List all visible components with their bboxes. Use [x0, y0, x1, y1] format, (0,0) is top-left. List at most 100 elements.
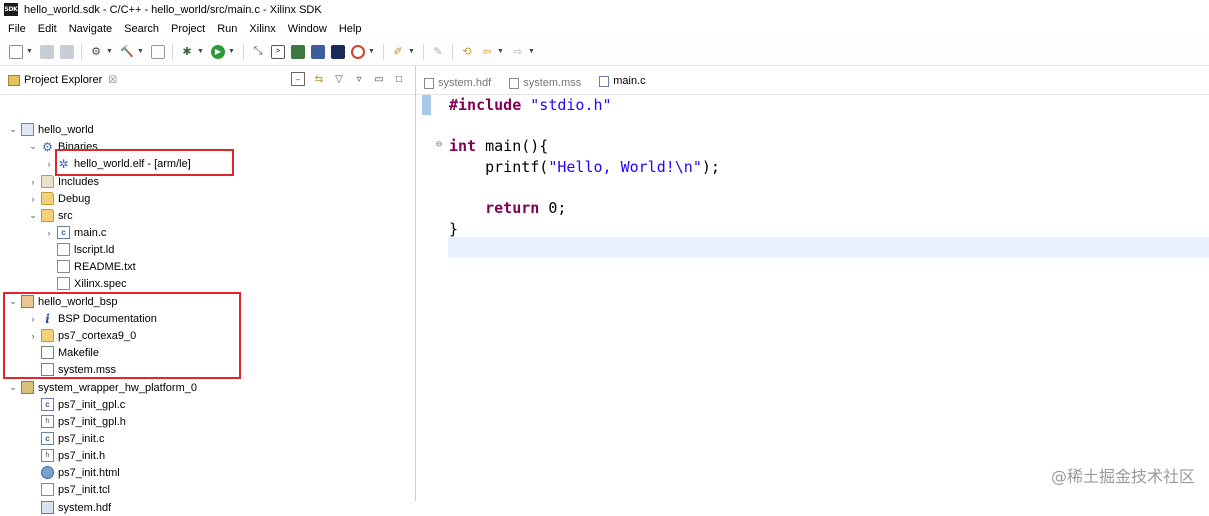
launch-shell-icon[interactable]: [351, 44, 365, 59]
last-edit-icon[interactable]: ⟲: [460, 45, 474, 59]
menu-navigate[interactable]: Navigate: [62, 23, 117, 35]
tree-item-label: ps7_init_gpl.c: [58, 398, 126, 411]
pin-icon[interactable]: ✐: [391, 45, 405, 59]
menu-project[interactable]: Project: [164, 23, 210, 35]
menu-window[interactable]: Window: [281, 23, 332, 35]
code-text: );: [701, 158, 720, 176]
maximize-icon[interactable]: □: [393, 73, 405, 85]
view-menu-chevron-icon[interactable]: ▿: [353, 73, 365, 85]
folder-icon: [41, 209, 54, 222]
new-icon[interactable]: [9, 44, 23, 59]
hdf-file-icon: [41, 501, 54, 514]
fold-toggle-icon[interactable]: ⊖: [436, 139, 442, 150]
hw-platform-icon: [21, 381, 34, 394]
tree-item-label: system_wrapper_hw_platform_0: [38, 381, 197, 394]
menu-run[interactable]: Run: [210, 23, 242, 35]
menu-file[interactable]: File: [0, 23, 31, 35]
tree-item-label: lscript.ld: [74, 243, 115, 256]
save-all-icon[interactable]: [60, 44, 74, 59]
expanded-chevron-icon[interactable]: ⌄: [8, 382, 18, 393]
build-hammer-icon[interactable]: 🔨: [120, 45, 134, 59]
forward-dropdown-chevron-icon[interactable]: ▼: [528, 48, 536, 55]
menu-help[interactable]: Help: [332, 23, 367, 35]
file-icon: [57, 260, 70, 273]
debug-dropdown-chevron-icon[interactable]: ▼: [197, 48, 205, 55]
create-boot-image-icon[interactable]: [311, 44, 325, 59]
expanded-chevron-icon[interactable]: ⌄: [8, 124, 18, 135]
menu-bar: File Edit Navigate Search Project Run Xi…: [0, 19, 1209, 38]
tree-item-system-hdf[interactable]: system.hdf: [41, 499, 111, 516]
launch-dropdown-chevron-icon[interactable]: ▼: [368, 48, 376, 55]
expanded-chevron-icon[interactable]: ⌄: [28, 141, 38, 152]
forward-arrow-icon[interactable]: ⇨: [511, 45, 525, 59]
run-play-icon[interactable]: ▶: [211, 44, 225, 59]
terminal-icon[interactable]: >: [271, 44, 285, 59]
back-arrow-icon[interactable]: ⇦: [480, 45, 494, 59]
tab-system-hdf[interactable]: system.hdf: [416, 72, 501, 94]
html-globe-icon: [41, 466, 54, 479]
clean-icon[interactable]: [151, 44, 165, 59]
tree-item-label: ps7_init.html: [58, 466, 120, 479]
gutter-marker: [422, 95, 431, 115]
code-line-printf: printf("Hello, World!\n");: [449, 157, 720, 177]
tree-item-hw-platform[interactable]: ⌄ system_wrapper_hw_platform_0: [8, 379, 197, 396]
tree-item-main-c[interactable]: › c main.c: [44, 224, 106, 241]
build-dropdown-chevron-icon[interactable]: ▼: [137, 48, 145, 55]
menu-edit[interactable]: Edit: [31, 23, 62, 35]
tab-system-mss[interactable]: system.mss: [501, 72, 591, 94]
annotation-icon[interactable]: ✎: [431, 45, 445, 59]
new-dropdown-chevron-icon[interactable]: ▼: [26, 48, 34, 55]
includes-icon: [41, 175, 54, 188]
collapsed-chevron-icon[interactable]: ›: [28, 194, 38, 204]
tree-item-ps7-init-gpl-h[interactable]: h ps7_init_gpl.h: [41, 413, 126, 430]
tree-item-ps7-init-tcl[interactable]: ps7_init.tcl: [41, 481, 110, 498]
highlight-box-bsp: [3, 292, 241, 379]
code-text: printf(: [485, 158, 549, 176]
link-with-editor-icon[interactable]: ⇆: [313, 73, 325, 85]
save-icon[interactable]: [40, 44, 54, 59]
filter-icon[interactable]: ▽: [333, 73, 345, 85]
collapsed-chevron-icon[interactable]: ›: [44, 159, 54, 169]
collapsed-chevron-icon[interactable]: ›: [28, 177, 38, 187]
minimize-icon[interactable]: ▭: [373, 73, 385, 85]
tree-item-label: main.c: [74, 226, 107, 239]
collapse-all-icon[interactable]: –: [291, 72, 305, 86]
program-fpga-icon[interactable]: [291, 44, 305, 59]
close-icon[interactable]: ☒: [108, 75, 117, 86]
title-bar: SDK hello_world.sdk - C/C++ - hello_worl…: [0, 0, 1209, 19]
debug-bug-icon[interactable]: ✱: [180, 45, 194, 59]
tree-item-label: ps7_init.c: [58, 432, 105, 445]
expanded-chevron-icon[interactable]: ⌄: [28, 210, 38, 221]
tree-item-debug[interactable]: › Debug: [28, 190, 90, 207]
skip-breakpoints-icon[interactable]: ⤡: [251, 45, 265, 59]
editor-tab-bar: system.hdf system.mss main.c: [416, 66, 1209, 95]
menu-search[interactable]: Search: [117, 23, 164, 35]
run-dropdown-chevron-icon[interactable]: ▼: [228, 48, 236, 55]
tree-item-ps7-init-gpl-c[interactable]: c ps7_init_gpl.c: [41, 396, 125, 413]
code-string: "Hello, World!\n": [548, 158, 702, 176]
xsct-console-icon[interactable]: [331, 44, 345, 59]
back-dropdown-chevron-icon[interactable]: ▼: [497, 48, 505, 55]
tree-item-label: system.hdf: [58, 501, 112, 514]
tree-item-src[interactable]: ⌄ src: [28, 207, 73, 224]
tree-item-readme[interactable]: README.txt: [57, 258, 136, 275]
tree-item-ps7-init-c[interactable]: c ps7_init.c: [41, 430, 104, 447]
collapsed-chevron-icon[interactable]: ›: [44, 228, 54, 238]
tree-item-ps7-init-h[interactable]: h ps7_init.h: [41, 447, 105, 464]
pin-dropdown-chevron-icon[interactable]: ▼: [408, 48, 416, 55]
build-settings-dropdown-chevron-icon[interactable]: ▼: [106, 48, 114, 55]
code-text: }: [449, 220, 459, 238]
tree-item-xilinx-spec[interactable]: Xilinx.spec: [57, 275, 127, 292]
build-settings-icon[interactable]: ⚙: [89, 45, 103, 59]
tree-item-label: Xilinx.spec: [74, 277, 127, 290]
tree-item-hello-world[interactable]: ⌄ hello_world: [8, 121, 94, 138]
toolbar-separator: [383, 43, 384, 60]
project-explorer-tab[interactable]: Project Explorer ☒: [8, 74, 117, 86]
menu-xilinx[interactable]: Xilinx: [242, 23, 280, 35]
tab-main-c[interactable]: main.c: [591, 70, 656, 94]
code-editor-panel: system.hdf system.mss main.c ⊖ #include …: [416, 66, 1209, 501]
c-file-icon: c: [57, 226, 70, 239]
tree-item-ps7-init-html[interactable]: ps7_init.html: [41, 464, 120, 481]
tab-label: system.mss: [523, 77, 582, 89]
tree-item-lscript[interactable]: lscript.ld: [57, 241, 114, 258]
